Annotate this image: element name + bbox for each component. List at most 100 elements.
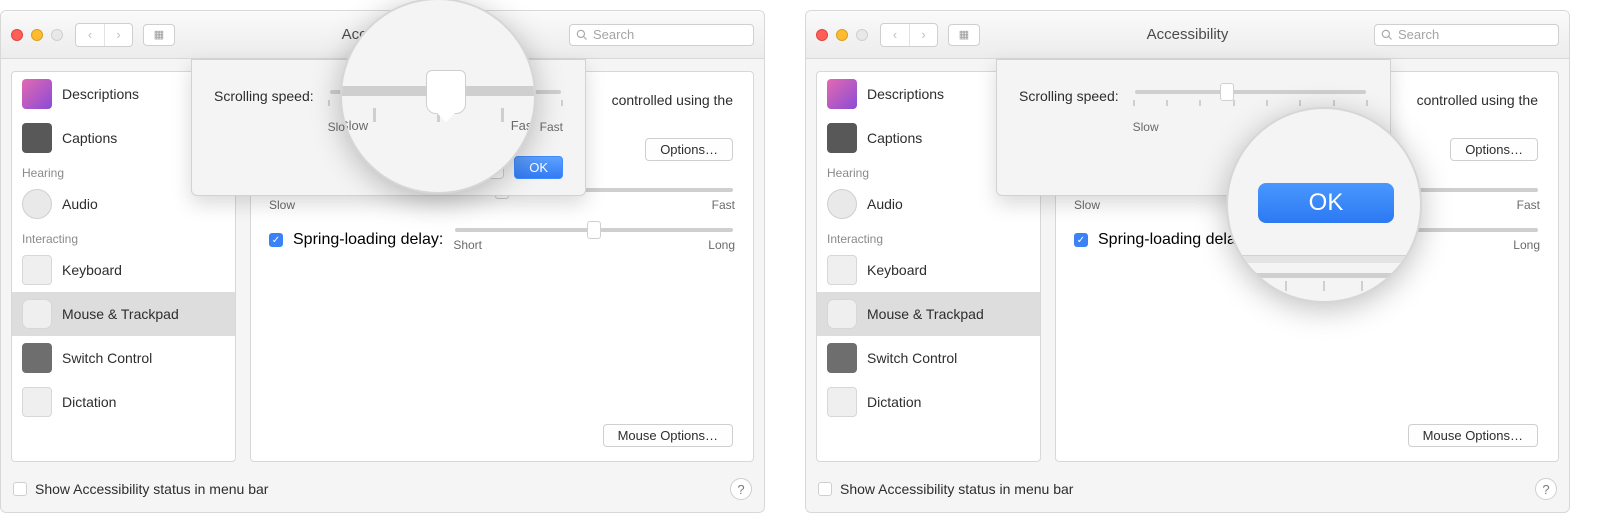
window-footer: Show Accessibility status in menu bar ? — [13, 478, 752, 500]
options-button[interactable]: Options… — [645, 138, 733, 161]
show-all-button[interactable]: ▦ — [143, 24, 175, 46]
search-input[interactable]: Search — [569, 24, 754, 46]
sidebar-item-label: Dictation — [867, 394, 921, 410]
sidebar-heading-interacting: Interacting — [817, 226, 1040, 248]
slider-max-label: Fast — [540, 120, 563, 134]
sidebar-item-label: Descriptions — [867, 86, 944, 102]
minimize-window-button[interactable] — [31, 29, 43, 41]
slider-min-label: Short — [453, 238, 482, 252]
audio-icon — [827, 189, 857, 219]
slider-min-label: Slow — [1074, 198, 1100, 212]
sidebar-item-dictation[interactable]: Dictation — [12, 380, 235, 424]
sidebar-item-label: Dictation — [62, 394, 116, 410]
sidebar-item-dictation[interactable]: Dictation — [817, 380, 1040, 424]
captions-icon — [22, 123, 52, 153]
scrolling-speed-label: Scrolling speed: — [214, 88, 314, 104]
sidebar-item-label: Descriptions — [62, 86, 139, 102]
window-titlebar: ‹ › ▦ Accessibility Search — [806, 11, 1569, 59]
sidebar-item-label: Captions — [62, 130, 117, 146]
search-input[interactable]: Search — [1374, 24, 1559, 46]
sidebar-item-label: Switch Control — [62, 350, 152, 366]
zoomed-slider-min-label: Slow — [340, 118, 368, 133]
window-traffic-lights — [816, 29, 868, 41]
slider-max-label: Long — [1513, 238, 1540, 252]
close-window-button[interactable] — [816, 29, 828, 41]
descriptions-icon — [827, 79, 857, 109]
spring-loading-delay-slider[interactable] — [455, 228, 733, 232]
search-placeholder: Search — [593, 27, 634, 42]
slider-thumb[interactable] — [587, 221, 601, 239]
sidebar-item-keyboard[interactable]: Keyboard — [12, 248, 235, 292]
sidebar-item-mouse-trackpad[interactable]: Mouse & Trackpad — [817, 292, 1040, 336]
zoom-window-button[interactable] — [856, 29, 868, 41]
captions-icon — [827, 123, 857, 153]
spring-loading-checkbox[interactable]: ✓ — [1074, 233, 1088, 247]
mouse-options-button[interactable]: Mouse Options… — [1408, 424, 1538, 447]
minimize-window-button[interactable] — [836, 29, 848, 41]
sidebar-item-label: Switch Control — [867, 350, 957, 366]
switch-control-icon — [22, 343, 52, 373]
magnifier-ok-button: OK — [1226, 107, 1422, 303]
spring-loading-label: Spring-loading delay: — [1098, 231, 1248, 249]
sidebar-item-label: Keyboard — [867, 262, 927, 278]
options-button[interactable]: Options… — [1450, 138, 1538, 161]
forward-button[interactable]: › — [104, 24, 132, 46]
zoomed-ok-button[interactable]: OK — [1258, 183, 1394, 223]
zoomed-below-track — [1226, 273, 1422, 278]
switch-control-icon — [827, 343, 857, 373]
mouse-icon — [22, 299, 52, 329]
sidebar-item-switch-control[interactable]: Switch Control — [12, 336, 235, 380]
zoom-window-button[interactable] — [51, 29, 63, 41]
sidebar-heading-interacting: Interacting — [12, 226, 235, 248]
search-icon — [576, 29, 588, 41]
nav-back-forward: ‹ › — [880, 23, 938, 47]
sidebar-item-label: Audio — [867, 196, 903, 212]
keyboard-icon — [22, 255, 52, 285]
show-status-label: Show Accessibility status in menu bar — [840, 481, 1073, 497]
slider-max-label: Fast — [712, 198, 735, 212]
mouse-options-button[interactable]: Mouse Options… — [603, 424, 733, 447]
sidebar-item-label: Mouse & Trackpad — [867, 306, 984, 322]
sidebar-item-mouse-trackpad[interactable]: Mouse & Trackpad — [12, 292, 235, 336]
sidebar-item-label: Captions — [867, 130, 922, 146]
zoomed-sheet-edge — [1228, 255, 1420, 263]
search-placeholder: Search — [1398, 27, 1439, 42]
zoomed-slider-thumb[interactable] — [426, 70, 466, 114]
show-status-checkbox[interactable] — [13, 482, 27, 496]
slider-max-label: Long — [708, 238, 735, 252]
sidebar-item-label: Mouse & Trackpad — [62, 306, 179, 322]
sidebar-item-keyboard[interactable]: Keyboard — [817, 248, 1040, 292]
slider-thumb[interactable] — [1220, 83, 1234, 101]
sidebar-item-label: Keyboard — [62, 262, 122, 278]
sidebar-item-label: Audio — [62, 196, 98, 212]
description-text-fragment: controlled using the — [1417, 92, 1538, 108]
show-status-checkbox[interactable] — [818, 482, 832, 496]
slider-min-label: Slow — [1133, 120, 1159, 134]
keyboard-icon — [827, 255, 857, 285]
screenshot-step-2: ‹ › ▦ Accessibility Search Descriptions — [805, 10, 1570, 513]
scrolling-speed-slider[interactable] — [1135, 90, 1366, 94]
nav-back-forward: ‹ › — [75, 23, 133, 47]
dictation-icon — [827, 387, 857, 417]
slider-min-label: Slow — [269, 198, 295, 212]
spring-loading-checkbox[interactable]: ✓ — [269, 233, 283, 247]
magnifier-slider-thumb: Slow Fast — [340, 0, 536, 194]
help-button[interactable]: ? — [1535, 478, 1557, 500]
descriptions-icon — [22, 79, 52, 109]
show-status-label: Show Accessibility status in menu bar — [35, 481, 268, 497]
show-all-button[interactable]: ▦ — [948, 24, 980, 46]
search-icon — [1381, 29, 1393, 41]
help-button[interactable]: ? — [730, 478, 752, 500]
slider-ticks — [1133, 100, 1368, 106]
sidebar-item-switch-control[interactable]: Switch Control — [817, 336, 1040, 380]
dictation-icon — [22, 387, 52, 417]
zoomed-below-ticks — [1228, 281, 1420, 291]
window-traffic-lights — [11, 29, 63, 41]
back-button[interactable]: ‹ — [881, 24, 909, 46]
slider-max-label: Fast — [1517, 198, 1540, 212]
window-footer: Show Accessibility status in menu bar ? — [818, 478, 1557, 500]
close-window-button[interactable] — [11, 29, 23, 41]
forward-button[interactable]: › — [909, 24, 937, 46]
back-button[interactable]: ‹ — [76, 24, 104, 46]
description-text-fragment: controlled using the — [612, 92, 733, 108]
